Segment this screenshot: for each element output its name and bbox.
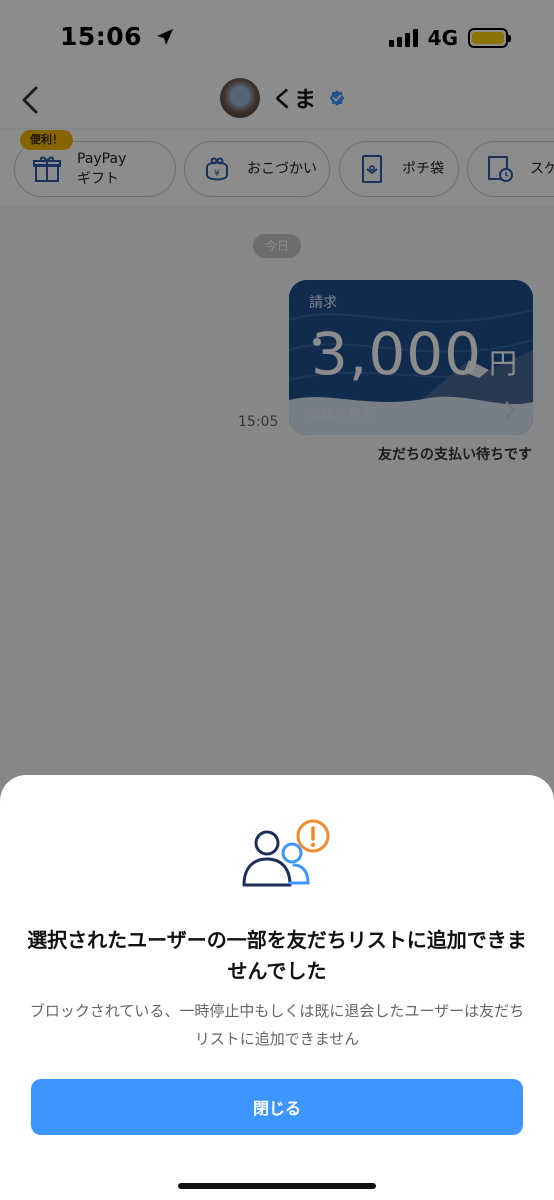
chat-screen: 15:06 4G くま PayPay ギフト 便利！ ¥ おこづかい ポチ袋 ス… bbox=[0, 0, 554, 1200]
close-button[interactable]: 閉じる bbox=[31, 1079, 523, 1135]
users-warning-icon bbox=[242, 819, 330, 887]
home-indicator[interactable] bbox=[178, 1183, 376, 1189]
sheet-title: 選択されたユーザーの一部を友だちリストに追加できませんでした bbox=[27, 928, 527, 983]
sheet-description: ブロックされている、一時停止中もしくは既に退会したユーザーは友だちリストに追加で… bbox=[29, 1002, 525, 1048]
error-bottom-sheet: 選択されたユーザーの一部を友だちリストに追加できませんでした ブロックされている… bbox=[0, 775, 554, 1200]
